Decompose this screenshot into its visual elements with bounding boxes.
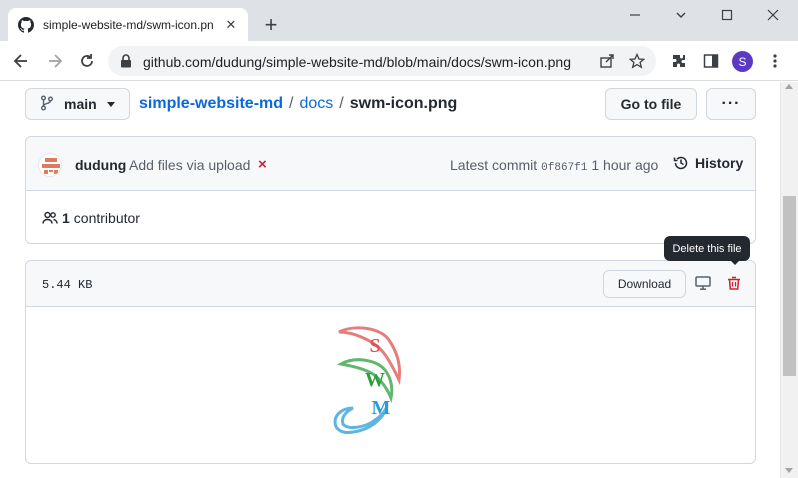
history-label: History: [695, 155, 744, 171]
close-window-icon[interactable]: [758, 4, 788, 26]
branch-name: main: [64, 96, 97, 112]
scroll-up-icon[interactable]: [785, 84, 793, 89]
address-bar[interactable]: github.com/dudung/simple-website-md/blob…: [108, 46, 656, 76]
delete-file-tooltip: Delete this file: [664, 236, 750, 261]
contributor-label: contributor: [73, 210, 140, 226]
breadcrumb-separator: /: [289, 95, 294, 112]
breadcrumb-folder-link[interactable]: docs: [299, 95, 333, 112]
trash-icon[interactable]: [726, 275, 742, 291]
commit-time: 1 hour ago: [591, 157, 659, 173]
avatar[interactable]: [38, 153, 62, 177]
kebab-menu-icon[interactable]: [766, 52, 784, 70]
profile-avatar[interactable]: S: [732, 51, 753, 72]
more-options-button[interactable]: ···: [706, 88, 756, 120]
github-icon: [18, 16, 34, 33]
browser-tabstrip: simple-website-md/swm-icon.pn ✕ +: [0, 0, 798, 41]
latest-commit-info: Latest commit 0f867f1 1 hour ago: [450, 157, 658, 174]
extensions-icon[interactable]: [670, 52, 688, 70]
contributor-count: 1: [62, 210, 70, 226]
history-icon: [673, 155, 689, 171]
commit-sha-link[interactable]: 0f867f1: [541, 162, 587, 174]
page-scrollbar[interactable]: [780, 82, 798, 478]
tab-close-icon[interactable]: ✕: [222, 16, 240, 34]
url-text[interactable]: github.com/dudung/simple-website-md/blob…: [143, 54, 571, 70]
side-panel-icon[interactable]: [702, 52, 720, 70]
tooltip-arrow: [730, 260, 740, 265]
commit-row: dudung Add files via upload × Latest com…: [26, 137, 755, 191]
chevron-down-icon[interactable]: [666, 4, 696, 26]
breadcrumb: simple-website-md / docs / swm-icon.png: [139, 95, 457, 113]
branch-select-button[interactable]: main: [25, 88, 130, 120]
browser-tab[interactable]: simple-website-md/swm-icon.pn ✕: [8, 8, 248, 41]
contributors-link[interactable]: 1 contributor: [42, 210, 140, 226]
minimize-icon[interactable]: [620, 4, 650, 26]
status-fail-icon[interactable]: ×: [258, 157, 267, 173]
latest-commit-box: dudung Add files via upload × Latest com…: [25, 136, 756, 244]
desktop-icon[interactable]: [695, 275, 711, 291]
people-icon: [42, 210, 58, 226]
breadcrumb-separator: /: [339, 95, 344, 112]
forward-icon[interactable]: [44, 50, 66, 72]
history-link[interactable]: History: [673, 155, 743, 171]
latest-commit-label: Latest commit: [450, 157, 538, 173]
new-tab-button[interactable]: +: [260, 14, 282, 37]
caret-down-icon: [106, 101, 115, 107]
breadcrumb-file-name: swm-icon.png: [349, 95, 458, 112]
github-page: main simple-website-md / docs / swm-icon.png…: [0, 82, 780, 478]
share-icon[interactable]: [598, 52, 616, 70]
scroll-down-icon[interactable]: [785, 468, 793, 473]
breadcrumb-repo-link[interactable]: simple-website-md: [139, 95, 283, 112]
image-preview: S W M: [333, 326, 401, 434]
reload-icon[interactable]: [76, 50, 98, 72]
tab-title: simple-website-md/swm-icon.pn: [43, 17, 214, 32]
file-header: 5.44 KB Download: [26, 261, 755, 307]
scrollbar-thumb[interactable]: [783, 196, 796, 376]
lock-icon[interactable]: [120, 54, 132, 73]
back-icon[interactable]: [10, 50, 32, 72]
branch-icon: [40, 95, 54, 114]
star-icon[interactable]: [628, 52, 646, 70]
maximize-icon[interactable]: [712, 4, 742, 26]
preview-letter-w: W: [365, 369, 385, 391]
browser-toolbar: github.com/dudung/simple-website-md/blob…: [0, 41, 798, 81]
preview-letter-m: M: [372, 397, 391, 419]
file-size: 5.44 KB: [42, 278, 93, 292]
download-button[interactable]: Download: [603, 270, 686, 298]
commit-message-link[interactable]: Add files via upload: [129, 157, 250, 173]
commit-author-link[interactable]: dudung: [75, 157, 126, 173]
go-to-file-button[interactable]: Go to file: [605, 88, 697, 120]
preview-letter-s: S: [369, 335, 380, 357]
